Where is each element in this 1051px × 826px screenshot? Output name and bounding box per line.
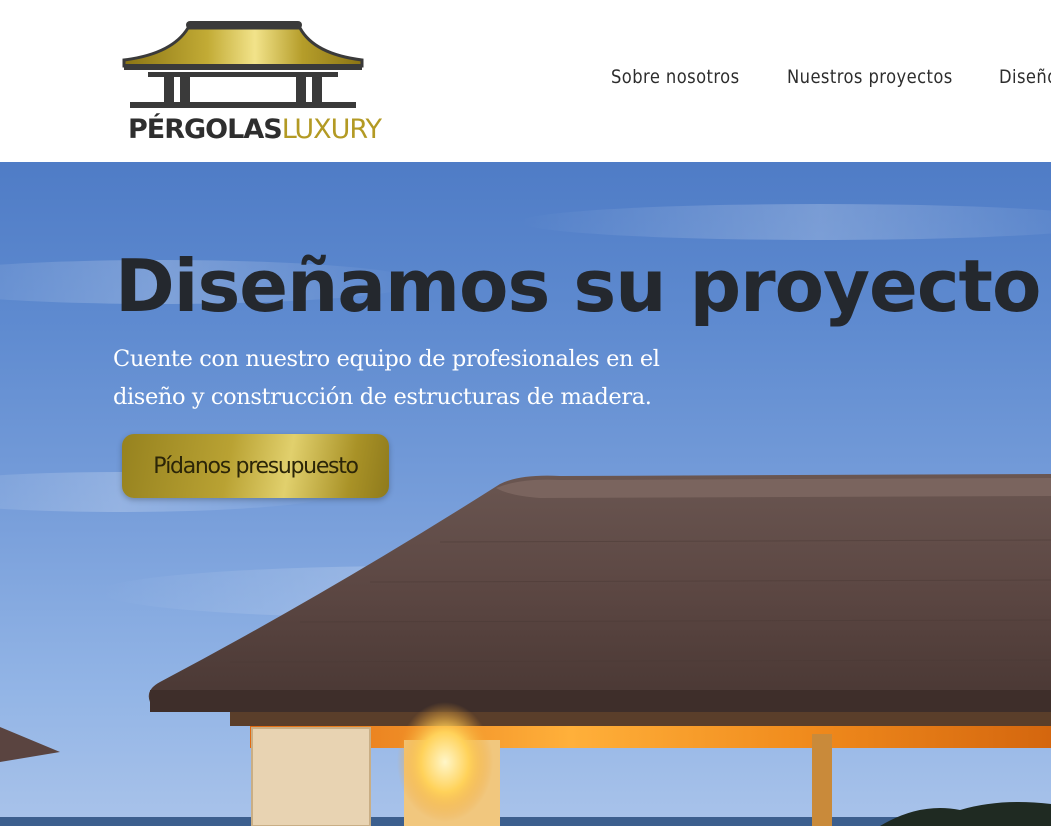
logo-text-pergolas: PÉRGOLAS <box>128 114 283 145</box>
logo-wordmark: PÉRGOLASLUXURY <box>128 114 382 145</box>
pergola-logo-icon <box>122 21 364 108</box>
nav-item-nuestros-proyectos[interactable]: Nuestros proyectos <box>787 66 953 88</box>
nav-item-sobre-nosotros[interactable]: Sobre nosotros <box>611 66 740 88</box>
hero-section: Diseñamos su proyecto Cuente con nuestro… <box>0 162 1051 826</box>
site-header: PÉRGOLASLUXURY Sobre nosotros Nuestros p… <box>0 0 1051 162</box>
logo[interactable]: PÉRGOLASLUXURY <box>118 18 382 148</box>
logo-text-luxury: LUXURY <box>281 114 382 145</box>
hero-subtitle: Cuente con nuestro equipo de profesional… <box>113 346 660 410</box>
hero-title: Diseñamos su proyecto <box>115 244 1041 328</box>
nav-item-diseno[interactable]: Diseño <box>999 66 1051 88</box>
request-quote-button[interactable]: Pídanos presupuesto <box>122 434 389 498</box>
